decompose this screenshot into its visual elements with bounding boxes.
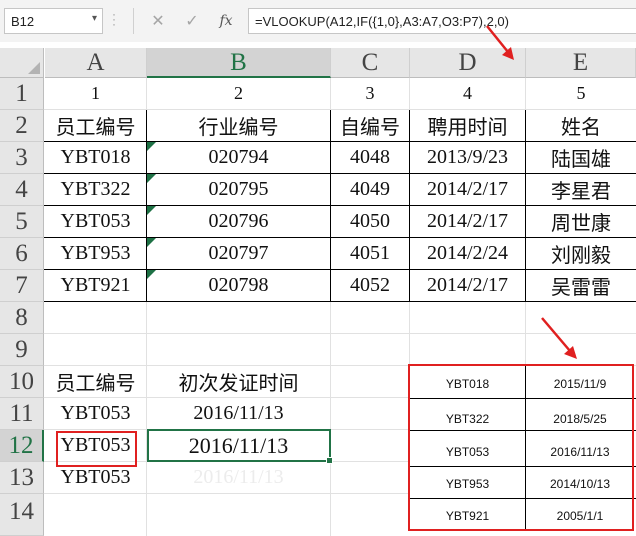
annotation-arrows [486, 25, 577, 359]
arrow-to-formula [486, 25, 514, 60]
arrow-to-table [541, 317, 577, 359]
